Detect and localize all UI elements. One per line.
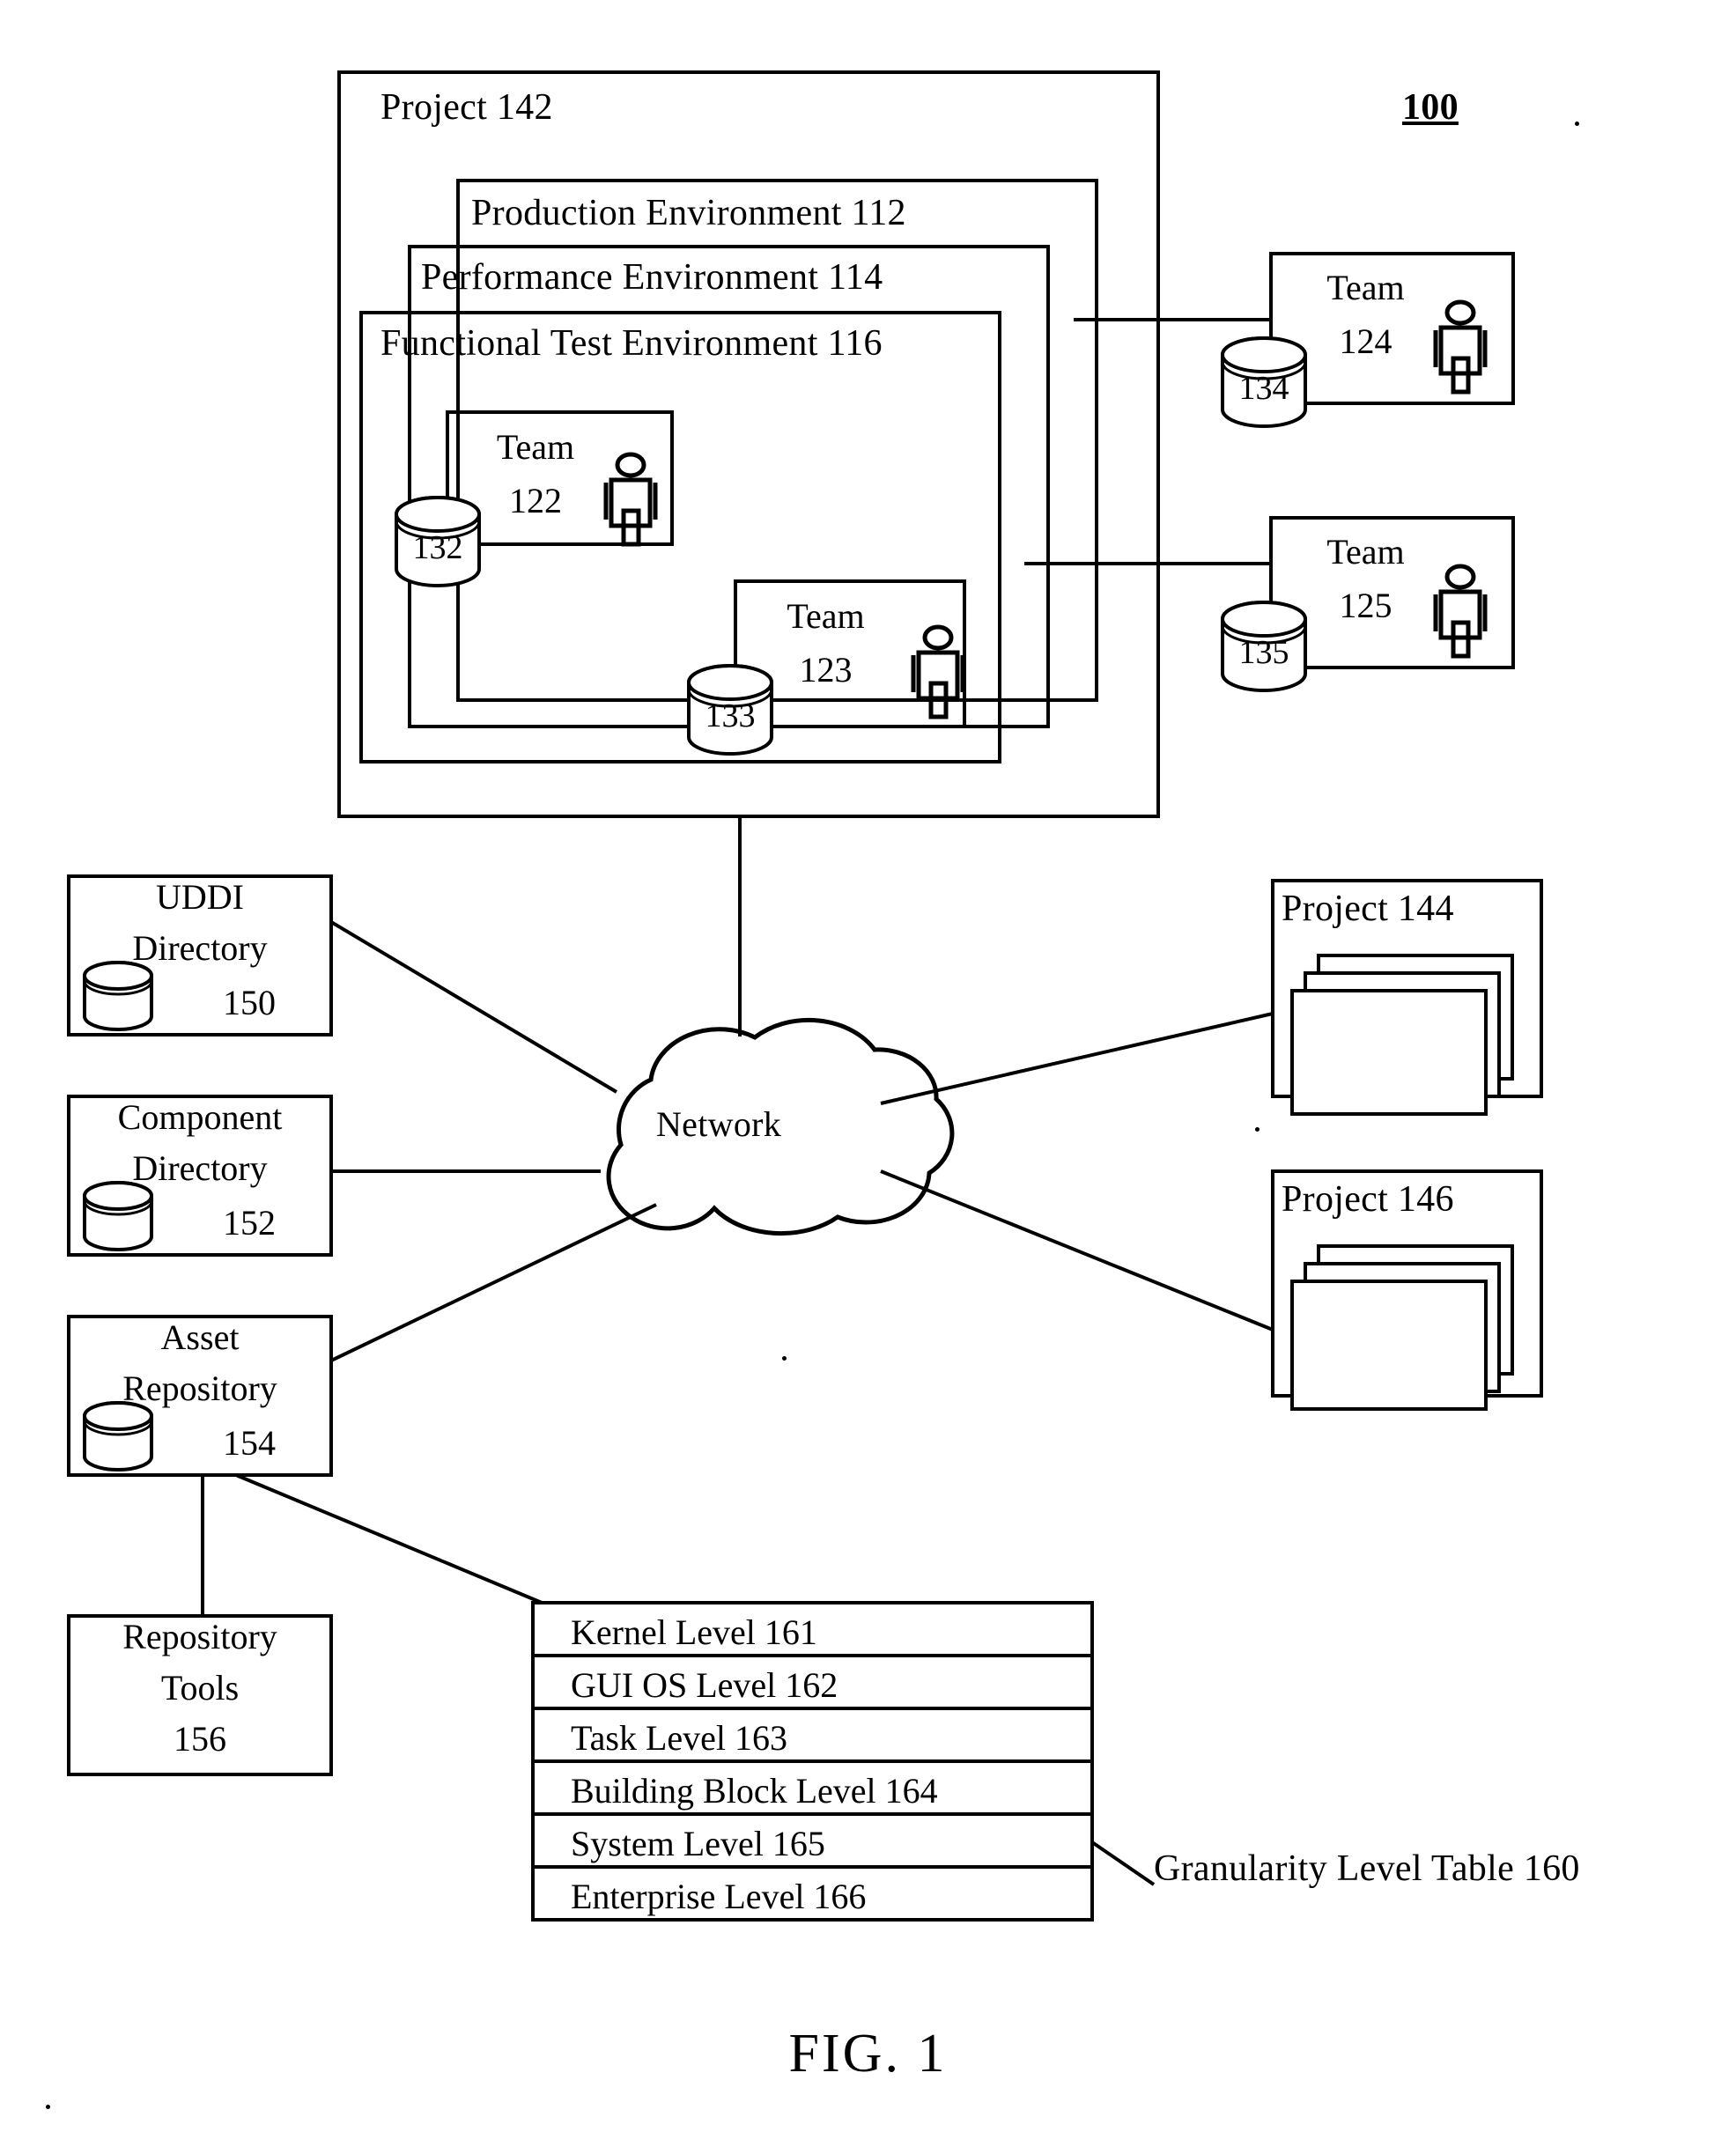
asset-repository-line1: Asset	[160, 1317, 240, 1357]
connector-uddi-network	[329, 920, 618, 1094]
team-125-name: Team	[1326, 532, 1405, 572]
asset-repository-number: 154	[223, 1423, 276, 1463]
granularity-row-task-level: Task Level 163	[571, 1718, 788, 1758]
cylinder-icon-component	[83, 1181, 153, 1251]
project-144-sheet-3	[1290, 989, 1488, 1116]
database-135-label: 135	[1238, 634, 1289, 671]
connector-asset-network	[330, 1203, 657, 1362]
scan-speckle	[1575, 122, 1579, 126]
database-133-label: 133	[705, 697, 756, 734]
team-122-number: 122	[509, 481, 562, 520]
granularity-row-building-block-level: Building Block Level 164	[571, 1771, 938, 1811]
callout-line-granularity	[1090, 1840, 1156, 1886]
granularity-row-gui-os-level: GUI OS Level 162	[571, 1665, 838, 1705]
database-134-label: 134	[1238, 370, 1289, 407]
component-directory-line2: Directory	[132, 1148, 268, 1188]
scan-speckle	[782, 1356, 787, 1361]
team-122-name: Team	[496, 427, 575, 467]
cylinder-icon-asset	[83, 1401, 153, 1472]
component-directory-line1: Component	[117, 1097, 283, 1137]
network-label: Network	[656, 1104, 782, 1144]
project-146-label: Project 146	[1282, 1179, 1454, 1220]
repository-tools-line1: Repository	[122, 1617, 277, 1656]
repository-tools-number: 156	[174, 1719, 226, 1759]
project-144-label: Project 144	[1282, 889, 1454, 929]
repository-tools-line2: Tools	[160, 1668, 240, 1708]
connector-network-project144	[880, 1012, 1274, 1105]
uddi-directory-line2: Directory	[132, 928, 268, 968]
granularity-level-table-callout-label: Granularity Level Table 160	[1154, 1848, 1580, 1889]
figure-caption: FIG. 1	[788, 2024, 948, 2084]
functional-test-environment-116-label: Functional Test Environment 116	[380, 323, 883, 364]
team-125-number: 125	[1339, 586, 1392, 625]
uddi-directory-line1: UDDI	[156, 877, 244, 917]
team-124-name: Team	[1326, 268, 1405, 307]
performance-environment-114-label: Performance Environment 114	[421, 257, 883, 298]
connector-asset-granularity	[235, 1473, 547, 1606]
granularity-row-enterprise-level: Enterprise Level 166	[571, 1877, 867, 1916]
scan-speckle	[46, 2105, 50, 2109]
production-environment-112-label: Production Environment 112	[471, 193, 906, 233]
database-132-label: 132	[412, 529, 463, 566]
team-124-number: 124	[1339, 321, 1392, 361]
project-146-sheet-3	[1290, 1280, 1488, 1411]
scan-speckle	[1255, 1127, 1260, 1132]
project-142-label: Project 142	[380, 87, 553, 128]
patent-figure-page: Project 142 Production Environment 112 P…	[0, 0, 1736, 2154]
component-directory-number: 152	[223, 1203, 276, 1243]
asset-repository-line2: Repository	[122, 1368, 277, 1408]
team-123-number: 123	[799, 650, 853, 690]
figure-reference-numeral: 100	[1402, 87, 1459, 128]
granularity-row-kernel-level: Kernel Level 161	[571, 1612, 817, 1652]
connector-network-project146	[880, 1169, 1274, 1331]
team-123-name: Team	[787, 596, 865, 636]
cylinder-icon-uddi	[83, 961, 153, 1031]
person-icon-team-123	[911, 624, 965, 719]
granularity-row-system-level: System Level 165	[571, 1824, 825, 1863]
uddi-directory-number: 150	[223, 983, 276, 1022]
